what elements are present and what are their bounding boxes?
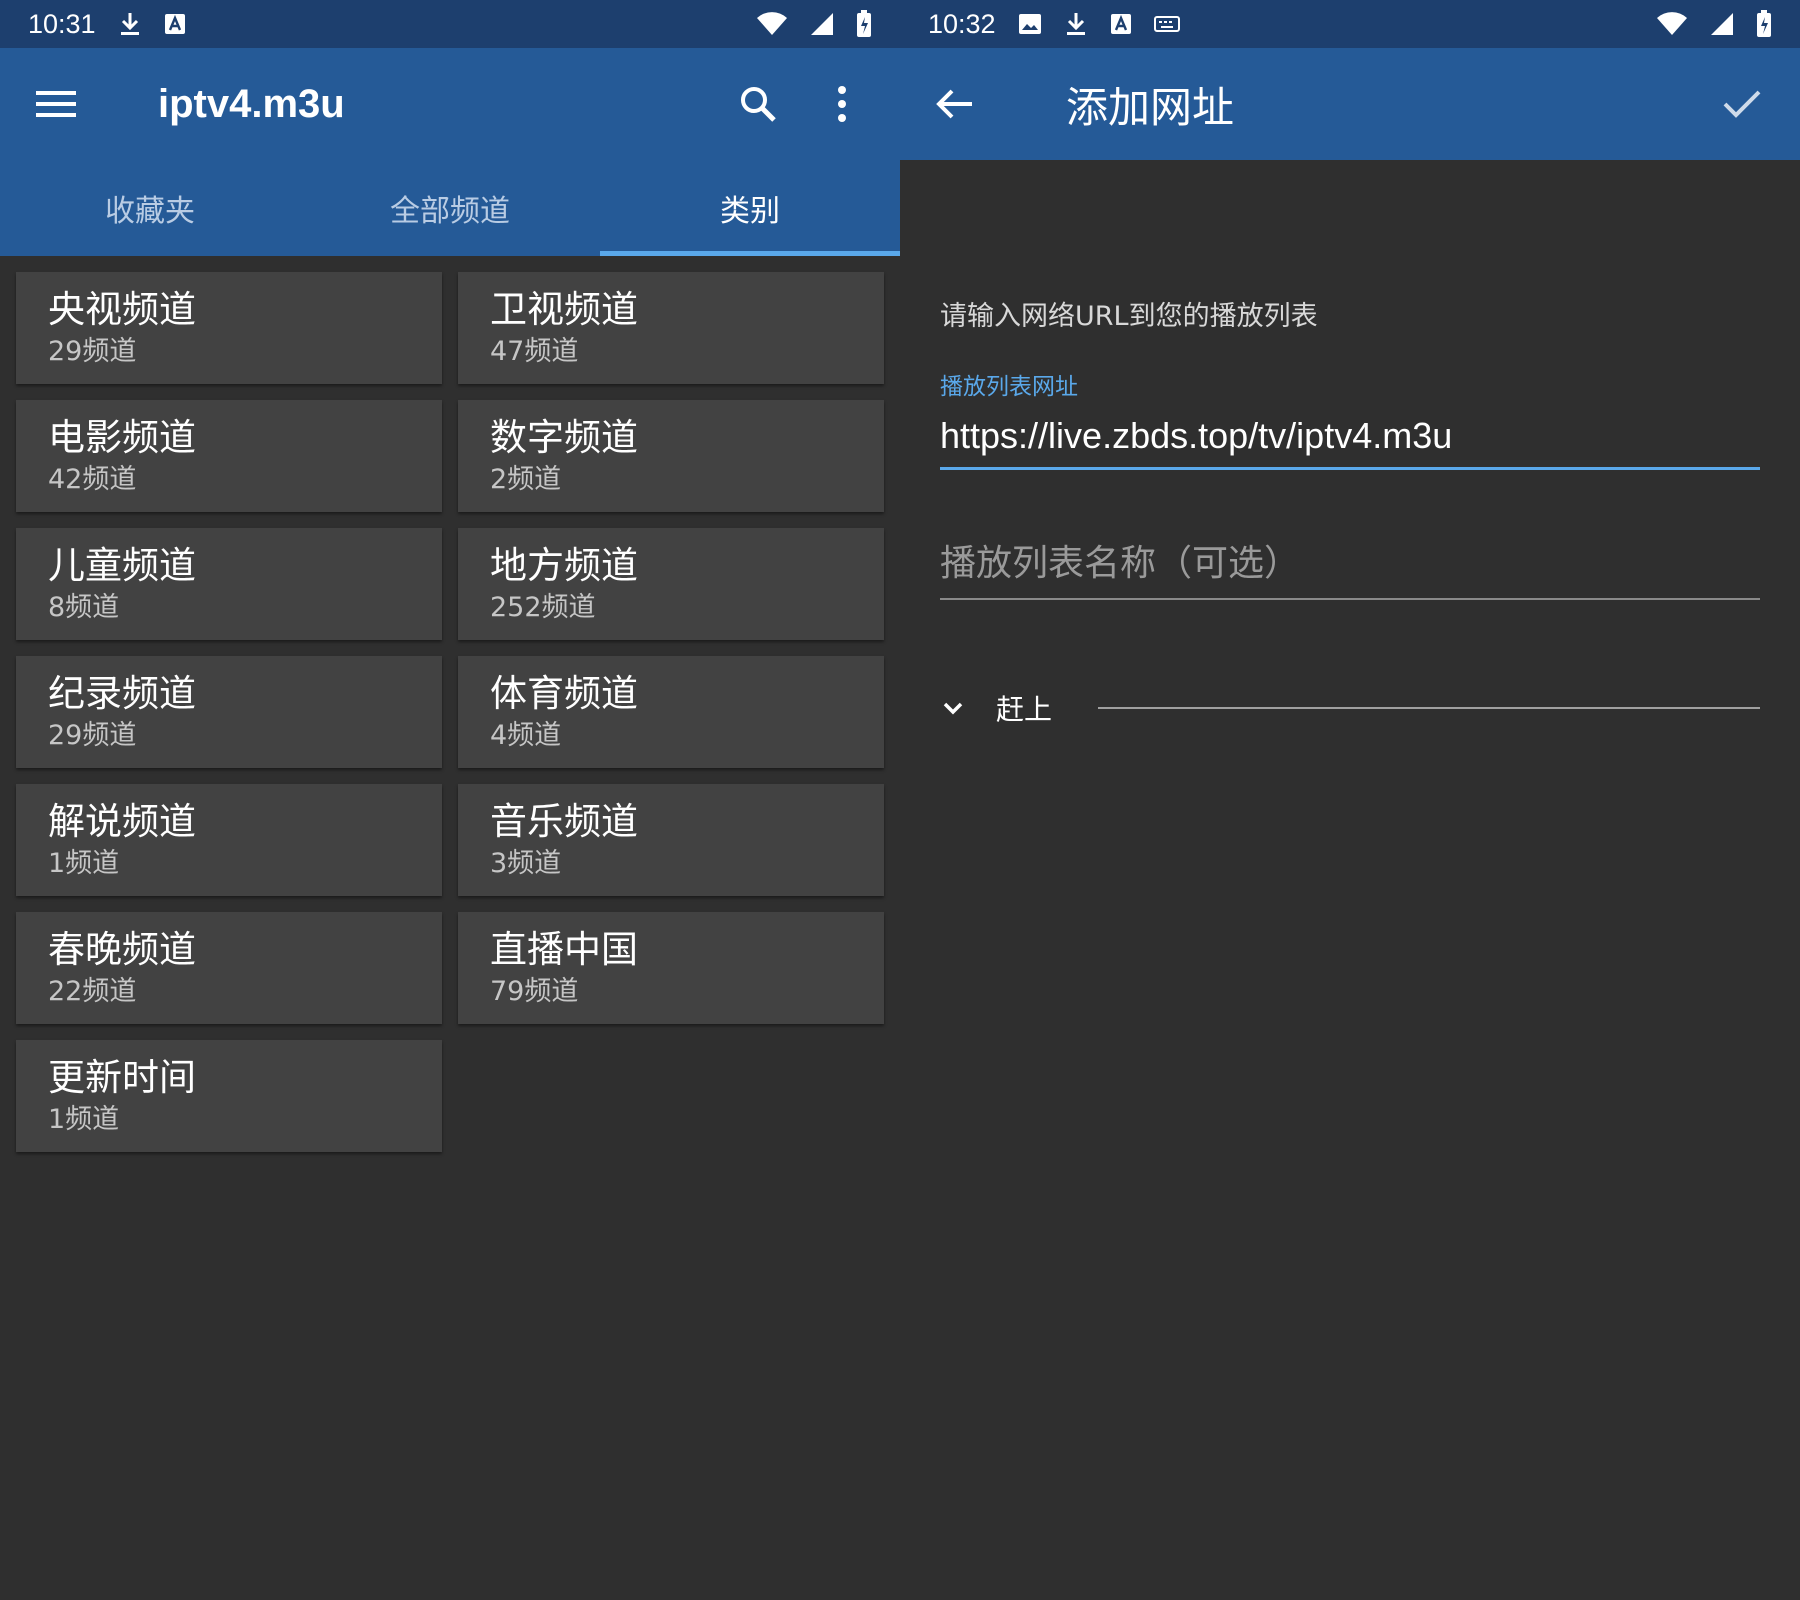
category-count: 29频道 — [48, 720, 137, 751]
chevron-down-icon[interactable] — [940, 695, 966, 721]
category-name: 卫视频道 — [490, 287, 638, 331]
page-title: 添加网址 — [1066, 83, 1235, 131]
catchup-label: 赶上 — [996, 693, 1053, 726]
category-name: 央视频道 — [48, 287, 196, 331]
category-name: 地方频道 — [490, 543, 638, 587]
category-count: 1频道 — [48, 1104, 120, 1135]
app-bar: iptv4.m3u — [0, 48, 900, 160]
category-name: 数字频道 — [490, 415, 638, 459]
channels-screen: 10:31 iptv4.m3u 收藏夹 全部频道 类别 央视频道 29频道 卫视… — [0, 0, 900, 1600]
category-card[interactable]: 数字频道 2频道 — [458, 400, 884, 512]
category-count: 47频道 — [490, 336, 579, 367]
category-card[interactable]: 央视频道 29频道 — [16, 272, 442, 384]
category-card[interactable]: 音乐频道 3频道 — [458, 784, 884, 896]
category-card[interactable]: 纪录频道 29频道 — [16, 656, 442, 768]
signal-icon — [1710, 12, 1734, 36]
category-name: 音乐频道 — [490, 799, 638, 843]
category-count: 4频道 — [490, 720, 562, 751]
category-name: 纪录频道 — [48, 671, 196, 715]
form-prompt: 请输入网络URL到您的播放列表 — [940, 301, 1318, 332]
tab-favorites[interactable]: 收藏夹 — [0, 160, 300, 256]
category-name: 直播中国 — [490, 927, 638, 971]
signal-icon — [810, 12, 834, 36]
category-count: 8频道 — [48, 592, 120, 623]
hamburger-menu-icon[interactable] — [36, 76, 92, 132]
url-input[interactable]: https://live.zbds.top/tv/iptv4.m3u — [940, 415, 1760, 470]
category-card[interactable]: 解说频道 1频道 — [16, 784, 442, 896]
category-name: 电影频道 — [48, 415, 196, 459]
category-count: 22频道 — [48, 976, 137, 1007]
app-bar: 添加网址 — [900, 48, 1800, 160]
tab-categories[interactable]: 类别 — [600, 160, 900, 256]
tab-all-channels[interactable]: 全部频道 — [300, 160, 600, 256]
category-card[interactable]: 春晚频道 22频道 — [16, 912, 442, 1024]
status-time: 10:32 — [928, 8, 996, 39]
category-name: 解说频道 — [48, 799, 196, 843]
status-bar: 10:31 — [0, 0, 900, 48]
battery-icon — [1756, 10, 1772, 38]
category-count: 3频道 — [490, 848, 562, 879]
category-card[interactable]: 地方频道 252频道 — [458, 528, 884, 640]
download-icon — [1064, 11, 1088, 37]
category-card[interactable]: 直播中国 79频道 — [458, 912, 884, 1024]
add-url-screen: 10:32 添加网址 请输入网络URL到您的播放列表 播放列表网址 https:… — [900, 0, 1800, 1600]
category-card[interactable]: 更新时间 1频道 — [16, 1040, 442, 1152]
category-grid: 央视频道 29频道 卫视频道 47频道 电影频道 42频道 数字频道 2频道 儿… — [0, 256, 900, 1168]
category-count: 252频道 — [490, 592, 596, 623]
battery-icon — [856, 10, 872, 38]
search-icon[interactable] — [730, 76, 786, 132]
category-card[interactable]: 儿童频道 8频道 — [16, 528, 442, 640]
divider — [1098, 707, 1760, 709]
category-card[interactable]: 体育频道 4频道 — [458, 656, 884, 768]
check-icon[interactable] — [1714, 76, 1770, 132]
keyboard-icon — [1153, 16, 1180, 32]
category-count: 2频道 — [490, 464, 562, 495]
category-name: 体育频道 — [490, 671, 638, 715]
tab-bar: 收藏夹 全部频道 类别 — [0, 160, 900, 256]
category-count: 29频道 — [48, 336, 137, 367]
a-notification-icon — [1110, 13, 1132, 35]
category-count: 42频道 — [48, 464, 137, 495]
status-bar: 10:32 — [900, 0, 1800, 48]
category-name: 更新时间 — [48, 1055, 196, 1099]
back-arrow-icon[interactable] — [936, 76, 992, 132]
playlist-title: iptv4.m3u — [158, 81, 345, 126]
image-icon — [1018, 13, 1042, 35]
more-vert-icon[interactable] — [814, 76, 870, 132]
add-url-form: 请输入网络URL到您的播放列表 播放列表网址 https://live.zbds… — [900, 294, 1800, 728]
category-count: 1频道 — [48, 848, 120, 879]
a-notification-icon — [164, 13, 186, 35]
wifi-icon — [1656, 12, 1688, 36]
category-name: 儿童频道 — [48, 543, 196, 587]
status-time: 10:31 — [28, 8, 96, 39]
category-name: 春晚频道 — [48, 927, 196, 971]
category-count: 79频道 — [490, 976, 579, 1007]
wifi-icon — [756, 12, 788, 36]
category-card[interactable]: 卫视频道 47频道 — [458, 272, 884, 384]
category-card[interactable]: 电影频道 42频道 — [16, 400, 442, 512]
catchup-expander[interactable]: 赶上 — [940, 688, 1760, 728]
playlist-name-input[interactable]: 播放列表名称（可选） — [940, 534, 1760, 600]
url-field-label: 播放列表网址 — [940, 374, 1078, 400]
download-icon — [118, 11, 142, 37]
